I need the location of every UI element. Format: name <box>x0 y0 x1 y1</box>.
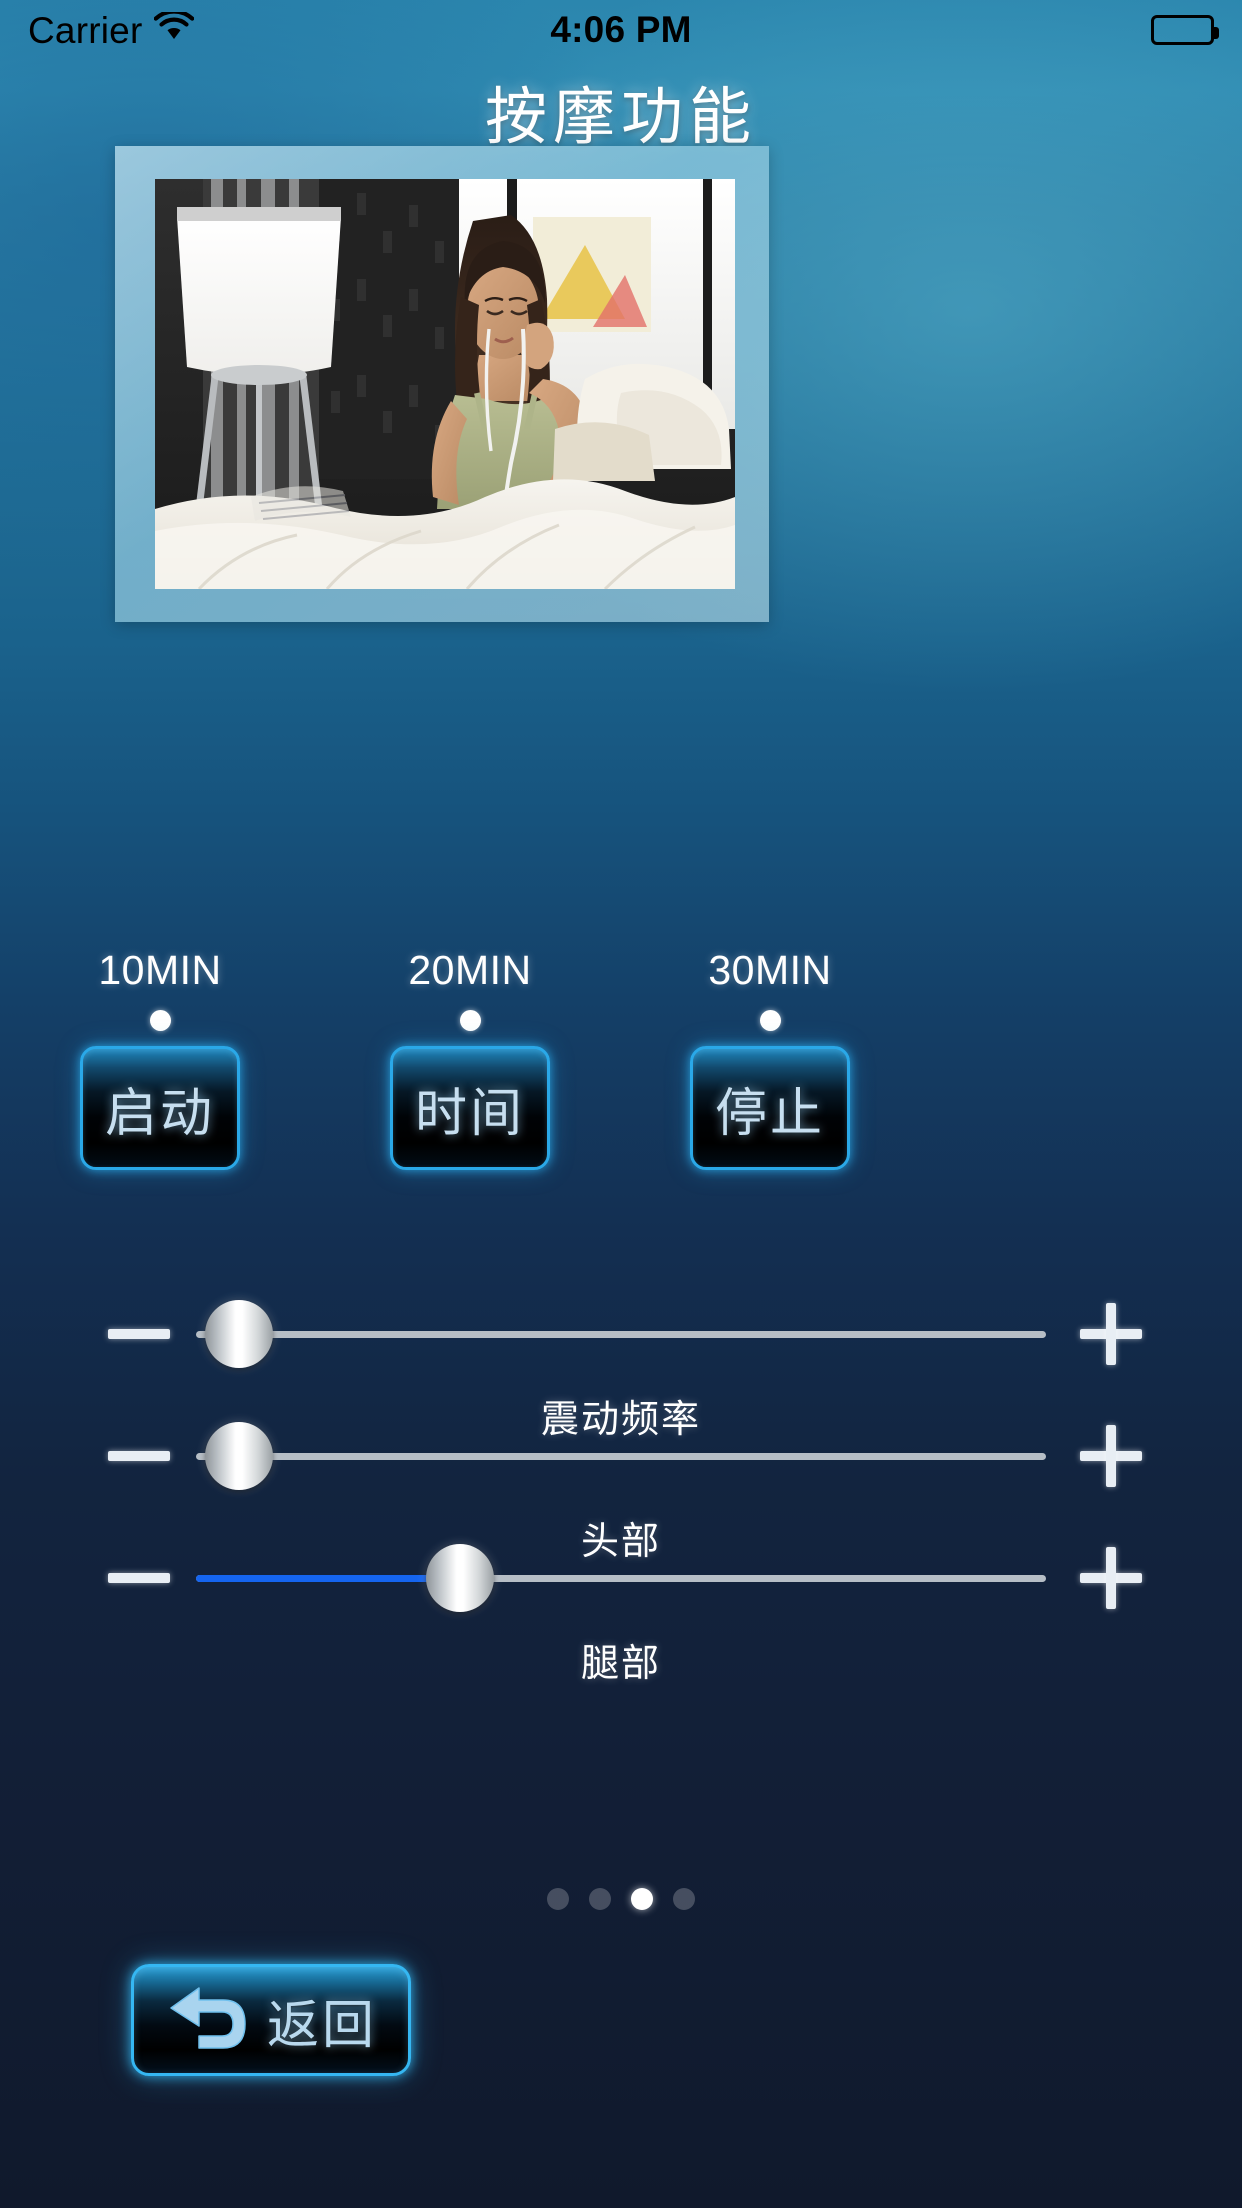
start-button-label: 启动 <box>104 1084 215 1143</box>
slider-thumb[interactable] <box>204 1300 273 1368</box>
slider-row <box>0 1408 1242 1504</box>
time-button-label: 时间 <box>414 1084 525 1143</box>
photo-frame <box>115 146 769 622</box>
back-button-label: 返回 <box>266 1996 377 2055</box>
timer-option-20min[interactable]: 20MIN <box>320 947 620 1031</box>
pagination-dot[interactable] <box>631 1888 653 1910</box>
slider-row <box>0 1530 1242 1626</box>
dot-indicator[interactable] <box>759 1010 781 1031</box>
slider-group-legs: 腿部 <box>0 1530 1242 1687</box>
status-bar-left: Carrier <box>28 9 195 51</box>
slider-track <box>196 1452 1046 1460</box>
minus-icon[interactable] <box>108 1329 170 1339</box>
timer-label: 20MIN <box>408 947 532 993</box>
pagination-dots <box>0 1888 1242 1910</box>
pagination-dot[interactable] <box>673 1888 695 1910</box>
stop-button-label: 停止 <box>714 1084 825 1143</box>
status-bar: Carrier 4:06 PM <box>0 0 1242 60</box>
slider-legs[interactable] <box>196 1544 1046 1612</box>
carrier-label: Carrier <box>28 9 143 51</box>
action-buttons: 启动 时间 停止 <box>0 1046 1242 1170</box>
action-slot-stop: 停止 <box>620 1046 920 1170</box>
slider-fill <box>196 1574 460 1582</box>
slider-head[interactable] <box>196 1422 1046 1490</box>
stop-button[interactable]: 停止 <box>690 1046 850 1170</box>
action-slot-start: 启动 <box>0 1046 320 1170</box>
battery-icon <box>1151 15 1219 45</box>
status-bar-right <box>1151 15 1219 45</box>
slider-thumb[interactable] <box>204 1422 273 1490</box>
plus-icon[interactable] <box>1080 1303 1142 1365</box>
dot-indicator[interactable] <box>459 1010 481 1031</box>
timer-label: 30MIN <box>708 947 832 993</box>
timer-options: 10MIN 20MIN 30MIN <box>0 947 1242 1031</box>
slider-row <box>0 1286 1242 1382</box>
wifi-icon <box>154 9 195 51</box>
plus-icon[interactable] <box>1080 1547 1142 1609</box>
slider-track <box>196 1330 1046 1338</box>
slider-caption: 腿部 <box>580 1643 661 1685</box>
page-title: 按摩功能 <box>484 83 757 152</box>
app-root: Carrier 4:06 PM 按摩功能 10MIN 20MIN 30MIN 启… <box>0 0 1242 2208</box>
slider-vibration-frequency[interactable] <box>196 1300 1046 1368</box>
slider-thumb[interactable] <box>425 1544 494 1612</box>
plus-icon[interactable] <box>1080 1425 1142 1487</box>
back-arrow-icon <box>165 1980 251 2061</box>
back-button[interactable]: 返回 <box>131 1964 411 2076</box>
timer-label: 10MIN <box>98 947 222 993</box>
back-button-wrap: 返回 <box>131 1964 411 2076</box>
timer-option-10min[interactable]: 10MIN <box>0 947 320 1031</box>
action-slot-time: 时间 <box>320 1046 620 1170</box>
minus-icon[interactable] <box>108 1573 170 1583</box>
hero-photo <box>155 179 735 589</box>
start-button[interactable]: 启动 <box>80 1046 240 1170</box>
pagination-dot[interactable] <box>589 1888 611 1910</box>
pagination-dot[interactable] <box>547 1888 569 1910</box>
timer-option-30min[interactable]: 30MIN <box>620 947 920 1031</box>
dot-indicator[interactable] <box>149 1010 171 1031</box>
time-button[interactable]: 时间 <box>390 1046 550 1170</box>
minus-icon[interactable] <box>108 1451 170 1461</box>
